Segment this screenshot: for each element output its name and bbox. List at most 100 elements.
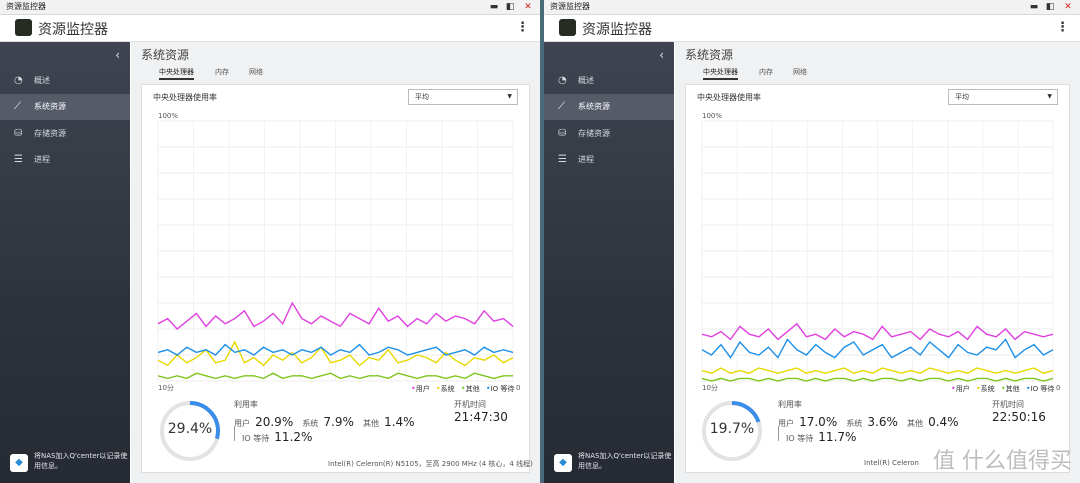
tab-memory[interactable]: 内存 bbox=[215, 67, 229, 77]
uptime-value: 22:50:16 bbox=[992, 410, 1046, 424]
other-value: 0.4% bbox=[928, 415, 959, 429]
legend-item-other: •其他 bbox=[460, 384, 480, 393]
qcenter-link[interactable]: ◆ 将NAS加入Q'center以记录使用信息。 bbox=[554, 451, 671, 475]
storage-icon: ⛁ bbox=[558, 128, 567, 139]
qcenter-icon: ◆ bbox=[10, 454, 28, 472]
qcenter-icon: ◆ bbox=[554, 454, 572, 472]
section-title: 系统资源 bbox=[141, 48, 190, 62]
cpu-usage-card: 中央处理器使用率 平均 ▼ 100% 10分 0 •用户 •系统 •其他 •IO 等… bbox=[141, 84, 533, 473]
minimize-icon[interactable]: ▬ bbox=[488, 0, 500, 14]
y-axis-max-label: 100% bbox=[702, 112, 722, 120]
sidebar-item-overview[interactable]: ◔ 概述 bbox=[544, 68, 674, 94]
window-titlebar: 资源监控器 ▬ ◧ ✕ bbox=[544, 0, 1080, 15]
legend-item-system: •系统 bbox=[435, 384, 455, 393]
resource-monitor-window: 资源监控器 ▬ ◧ ✕ 资源监控器 ⋮ ‹ ◔ 概述 ⟋ 系统资源 ⛁ 存储资源… bbox=[544, 0, 1080, 483]
x-axis-end-label: 0 bbox=[1056, 384, 1060, 392]
legend-item-system: •系统 bbox=[975, 384, 995, 393]
collapse-sidebar-icon[interactable]: ‹ bbox=[115, 48, 120, 62]
legend-item-user: •用户 bbox=[951, 384, 970, 393]
minimize-icon[interactable]: ▬ bbox=[1028, 0, 1040, 14]
app-logo-icon bbox=[559, 19, 576, 36]
x-axis-start-label: 10分 bbox=[158, 383, 174, 392]
app-header: 资源监控器 ⋮ bbox=[0, 15, 540, 42]
gauge-icon: ◔ bbox=[14, 75, 23, 86]
tab-cpu[interactable]: 中央处理器 bbox=[703, 67, 738, 80]
cpu-info: Intel(R) Celeron(R) N5105，至高 2900 MHz (4… bbox=[328, 460, 533, 468]
legend-item-io: •IO 等待 bbox=[485, 384, 515, 393]
divider bbox=[234, 427, 235, 441]
sidebar-item-label: 概述 bbox=[34, 76, 50, 85]
line-chart-icon: ⟋ bbox=[14, 101, 21, 112]
divider bbox=[778, 427, 779, 441]
sidebar-item-storage[interactable]: ⛁ 存储资源 bbox=[0, 121, 130, 147]
gauge-icon: ◔ bbox=[558, 75, 567, 86]
legend-item-io: •IO 等待 bbox=[1025, 384, 1055, 393]
restore-icon[interactable]: ◧ bbox=[1044, 0, 1056, 14]
sidebar-item-label: 进程 bbox=[34, 155, 50, 164]
uptime-label: 开机时间 bbox=[992, 400, 1024, 409]
uptime-value: 21:47:30 bbox=[454, 410, 508, 424]
system-value: 7.9% bbox=[323, 415, 354, 429]
line-chart-icon: ⟋ bbox=[558, 101, 565, 112]
sidebar-item-overview[interactable]: ◔ 概述 bbox=[0, 68, 130, 94]
io-wait-row: IO 等待 11.7% bbox=[786, 426, 856, 445]
tab-cpu[interactable]: 中央处理器 bbox=[159, 67, 194, 80]
close-icon[interactable]: ✕ bbox=[522, 0, 534, 14]
window-title: 资源监控器 bbox=[6, 2, 46, 11]
chart-legend: •用户 •系统 •其他 •IO 等待 bbox=[407, 384, 514, 394]
utilization-value: 29.4% bbox=[167, 421, 213, 437]
sidebar-item-system-resources[interactable]: ⟋ 系统资源 bbox=[544, 94, 674, 120]
sidebar: ‹ ◔ 概述 ⟋ 系统资源 ⛁ 存储资源 ☰ 进程 ◆ 将NAS加入Q'cent… bbox=[0, 42, 130, 483]
chart-legend: •用户 •系统 •其他 •IO 等待 bbox=[947, 384, 1054, 394]
watermark: 值 什么值得买 bbox=[933, 449, 1072, 474]
chart-grid bbox=[157, 120, 514, 382]
tab-network[interactable]: 网络 bbox=[249, 67, 263, 77]
utilization-label: 利用率 bbox=[234, 400, 258, 409]
close-icon[interactable]: ✕ bbox=[1062, 0, 1074, 14]
app-logo-icon bbox=[15, 19, 32, 36]
sidebar-item-label: 存储资源 bbox=[34, 129, 66, 138]
section-title: 系统资源 bbox=[685, 48, 734, 62]
sidebar-item-system-resources[interactable]: ⟋ 系统资源 bbox=[0, 94, 130, 120]
legend-item-other: •其他 bbox=[1000, 384, 1020, 393]
uptime-label: 开机时间 bbox=[454, 400, 486, 409]
sidebar-item-label: 概述 bbox=[578, 76, 594, 85]
sidebar-item-label: 进程 bbox=[578, 155, 594, 164]
io-label: IO 等待 bbox=[242, 434, 270, 443]
sidebar-item-label: 系统资源 bbox=[34, 102, 66, 111]
qcenter-link[interactable]: ◆ 将NAS加入Q'center以记录使用信息。 bbox=[10, 451, 127, 475]
tab-memory[interactable]: 内存 bbox=[759, 67, 773, 77]
tab-network[interactable]: 网络 bbox=[793, 67, 807, 77]
y-axis-max-label: 100% bbox=[158, 112, 178, 120]
other-label: 其他 bbox=[363, 419, 379, 428]
utilization-value: 19.7% bbox=[709, 421, 755, 437]
storage-icon: ⛁ bbox=[14, 128, 23, 139]
other-value: 1.4% bbox=[384, 415, 415, 429]
list-icon: ☰ bbox=[558, 154, 567, 165]
x-axis-end-label: 0 bbox=[516, 384, 520, 392]
main-content: 系统资源 中央处理器 内存 网络 中央处理器使用率 平均 ▼ 100% 10分 0 … bbox=[675, 42, 1080, 483]
chart-grid bbox=[701, 120, 1054, 382]
app-header: 资源监控器 ⋮ bbox=[544, 15, 1080, 42]
system-value: 3.6% bbox=[867, 415, 898, 429]
x-axis-start-label: 10分 bbox=[702, 383, 718, 392]
other-label: 其他 bbox=[907, 419, 923, 428]
qcenter-text: 将NAS加入Q'center以记录使用信息。 bbox=[578, 452, 672, 470]
more-options-icon[interactable]: ⋮ bbox=[516, 20, 529, 35]
legend-item-user: •用户 bbox=[411, 384, 430, 393]
window-titlebar: 资源监控器 ▬ ◧ ✕ bbox=[0, 0, 540, 15]
list-icon: ☰ bbox=[14, 154, 23, 165]
main-content: 系统资源 中央处理器 内存 网络 中央处理器使用率 平均 ▼ 100% 10分 0 … bbox=[131, 42, 540, 483]
sidebar-item-processes[interactable]: ☰ 进程 bbox=[0, 147, 130, 173]
io-value: 11.7% bbox=[818, 430, 857, 444]
io-label: IO 等待 bbox=[786, 434, 814, 443]
more-options-icon[interactable]: ⋮ bbox=[1056, 20, 1069, 35]
cpu-info: Intel(R) Celeron bbox=[864, 459, 919, 467]
collapse-sidebar-icon[interactable]: ‹ bbox=[659, 48, 664, 62]
sidebar-item-label: 存储资源 bbox=[578, 129, 610, 138]
qcenter-text: 将NAS加入Q'center以记录使用信息。 bbox=[34, 452, 128, 470]
restore-icon[interactable]: ◧ bbox=[504, 0, 516, 14]
sidebar-item-processes[interactable]: ☰ 进程 bbox=[544, 147, 674, 173]
sidebar-item-storage[interactable]: ⛁ 存储资源 bbox=[544, 121, 674, 147]
io-value: 11.2% bbox=[274, 430, 313, 444]
